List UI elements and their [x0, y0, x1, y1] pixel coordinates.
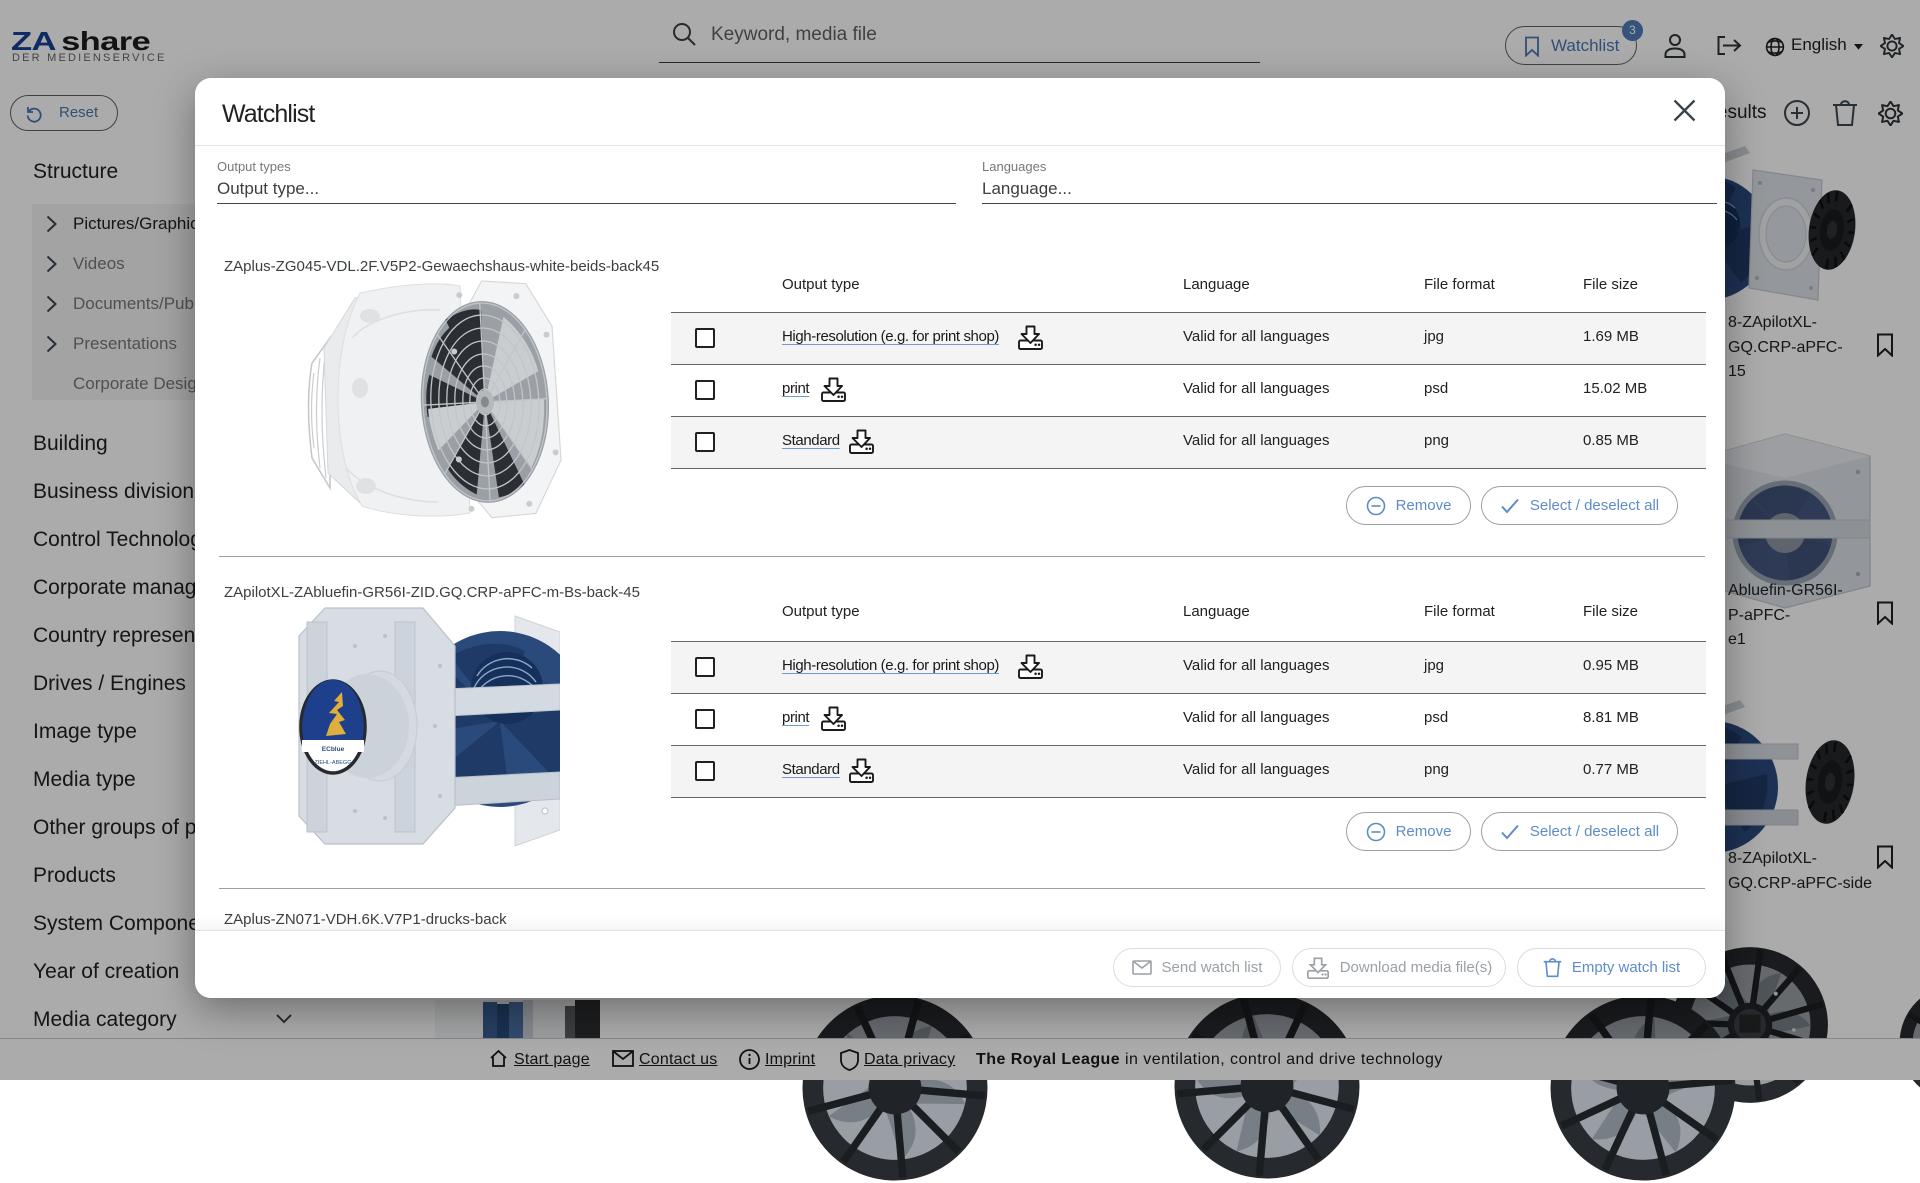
svg-text:ZIEHL-ABEGG: ZIEHL-ABEGG — [315, 760, 352, 766]
svg-text:ECblue: ECblue — [322, 746, 345, 753]
